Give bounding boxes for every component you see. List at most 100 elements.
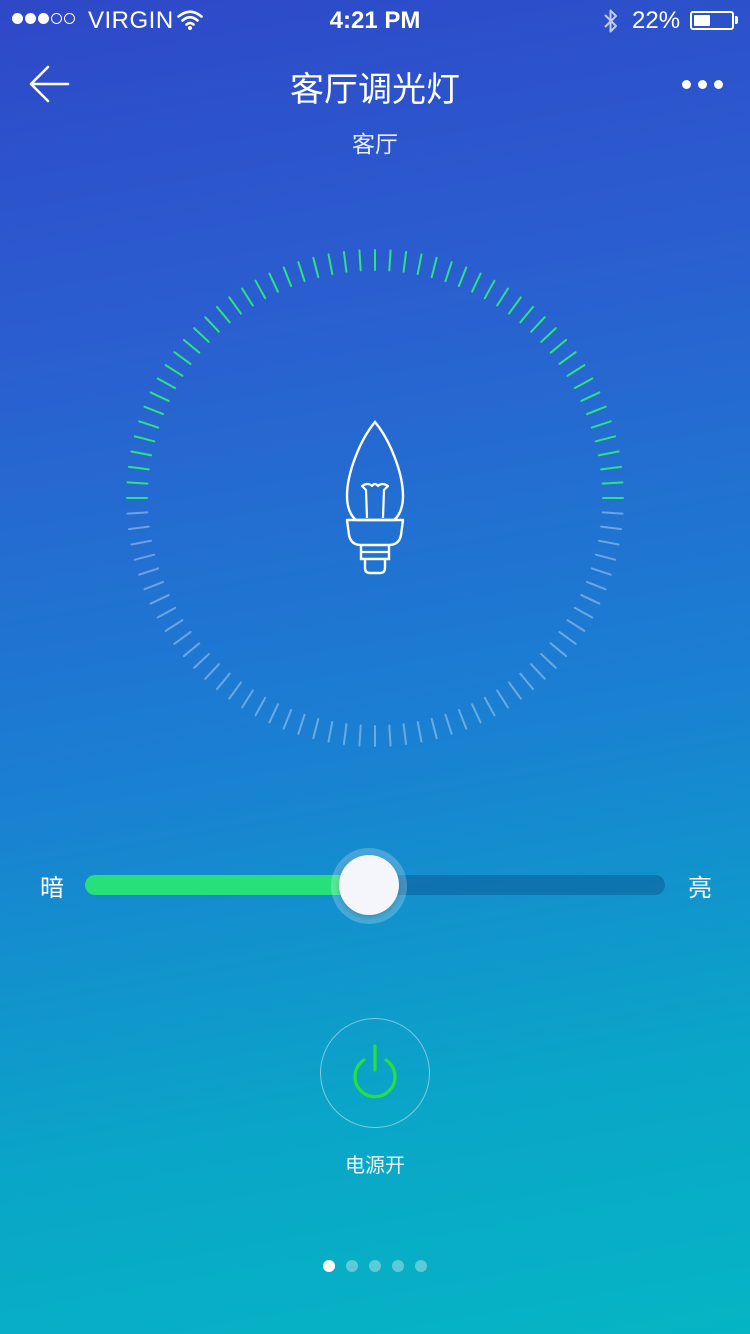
dial-tick-active: [519, 305, 535, 324]
dial-tick: [127, 525, 150, 531]
more-dots-icon: [713, 79, 723, 89]
dial-tick-active: [416, 253, 423, 276]
dial-tick-active: [444, 261, 453, 283]
dial-tick: [173, 631, 192, 645]
dial-tick-active: [585, 405, 607, 416]
dial-tick: [600, 525, 623, 531]
dial-tick-active: [566, 364, 586, 377]
power-button[interactable]: [320, 1018, 430, 1128]
battery-icon: [690, 11, 734, 30]
dial-tick: [241, 689, 254, 709]
bluetooth-icon: [604, 9, 617, 33]
dial-tick: [416, 720, 423, 743]
dial-tick-active: [156, 377, 177, 390]
dial-tick: [402, 723, 408, 746]
more-dots-icon: [697, 79, 707, 89]
dial-tick-active: [215, 305, 231, 324]
slider-max-label: 亮: [688, 874, 712, 902]
dial-tick: [519, 672, 535, 691]
dial-tick-active: [471, 272, 482, 293]
dial-tick-active: [597, 450, 620, 457]
dial-tick: [254, 696, 267, 717]
candle-bulb-icon: [345, 420, 405, 575]
dial-tick-active: [126, 481, 149, 485]
dial-tick-active: [143, 405, 165, 416]
dial-tick: [126, 511, 149, 515]
dial-tick: [149, 594, 170, 605]
dial-tick-active: [164, 364, 184, 377]
dial-tick: [327, 720, 334, 743]
dial-tick-active: [496, 287, 509, 307]
dial-tick-active: [580, 391, 601, 402]
brightness-slider-thumb[interactable]: [339, 855, 399, 915]
dial-tick: [164, 619, 184, 632]
page-dot[interactable]: [323, 1260, 335, 1272]
dial-tick: [133, 553, 156, 561]
dial-tick-active: [327, 253, 334, 276]
dial-tick-active: [594, 435, 617, 443]
dial-tick: [580, 594, 601, 605]
dial-tick-active: [600, 465, 623, 471]
room-label: 客厅: [352, 132, 398, 158]
dial-tick: [193, 653, 210, 669]
page-title: 客厅调光灯: [290, 70, 460, 110]
dial-tick-active: [342, 250, 348, 273]
dial-tick-active: [149, 391, 170, 402]
dial-tick-active: [254, 279, 267, 300]
dial-tick-active: [228, 296, 242, 315]
dial-tick: [540, 653, 557, 669]
dial-tick-active: [402, 250, 408, 273]
dial-tick-active: [173, 351, 192, 365]
page-dot[interactable]: [369, 1260, 381, 1272]
dial-tick: [268, 703, 279, 724]
dial-tick: [594, 553, 617, 561]
dial-tick: [590, 567, 612, 576]
dial-tick-active: [457, 266, 468, 288]
dial-tick-active: [601, 481, 624, 485]
dial-tick: [312, 717, 320, 740]
dial-tick-active: [540, 327, 557, 343]
battery-tip: [735, 16, 738, 24]
dial-tick: [601, 511, 624, 515]
dial-tick-active: [241, 287, 254, 307]
dial-tick: [508, 681, 522, 700]
dial-tick-active: [204, 316, 220, 333]
dial-tick-active: [430, 256, 438, 279]
dial-tick: [549, 642, 568, 658]
dial-tick-active: [573, 377, 594, 390]
dial-tick: [143, 580, 165, 591]
dial-tick-active: [312, 256, 320, 279]
dial-tick-active: [282, 266, 293, 288]
dial-tick-active: [127, 465, 150, 471]
dial-tick-active: [549, 338, 568, 354]
dial-tick: [228, 681, 242, 700]
dial-tick-active: [133, 435, 156, 443]
dial-tick-active: [508, 296, 522, 315]
power-icon: [352, 1043, 397, 1098]
dial-tick-active: [193, 327, 210, 343]
dial-tick-active: [268, 272, 279, 293]
dial-tick: [496, 689, 509, 709]
dial-tick: [215, 672, 231, 691]
dial-tick: [471, 703, 482, 724]
more-button[interactable]: [676, 70, 728, 98]
page-indicator: [0, 1260, 750, 1272]
dial-tick-active: [297, 261, 306, 283]
dial-tick: [430, 717, 438, 740]
dial-tick-active: [483, 279, 496, 300]
page-dot[interactable]: [346, 1260, 358, 1272]
dial-tick: [558, 631, 577, 645]
dial-tick: [597, 539, 620, 546]
status-bar: VIRGIN 4:21 PM 22%: [0, 0, 750, 40]
dial-tick: [530, 663, 546, 680]
more-dots-icon: [681, 79, 691, 89]
dial-tick: [156, 606, 177, 619]
dial-tick: [204, 663, 220, 680]
page-dot[interactable]: [392, 1260, 404, 1272]
dial-tick-active: [590, 420, 612, 429]
page-dot[interactable]: [415, 1260, 427, 1272]
slider-min-label: 暗: [40, 874, 64, 902]
power-label: 电源开: [345, 1153, 405, 1177]
dial-tick: [457, 708, 468, 730]
dial-tick: [130, 539, 153, 546]
